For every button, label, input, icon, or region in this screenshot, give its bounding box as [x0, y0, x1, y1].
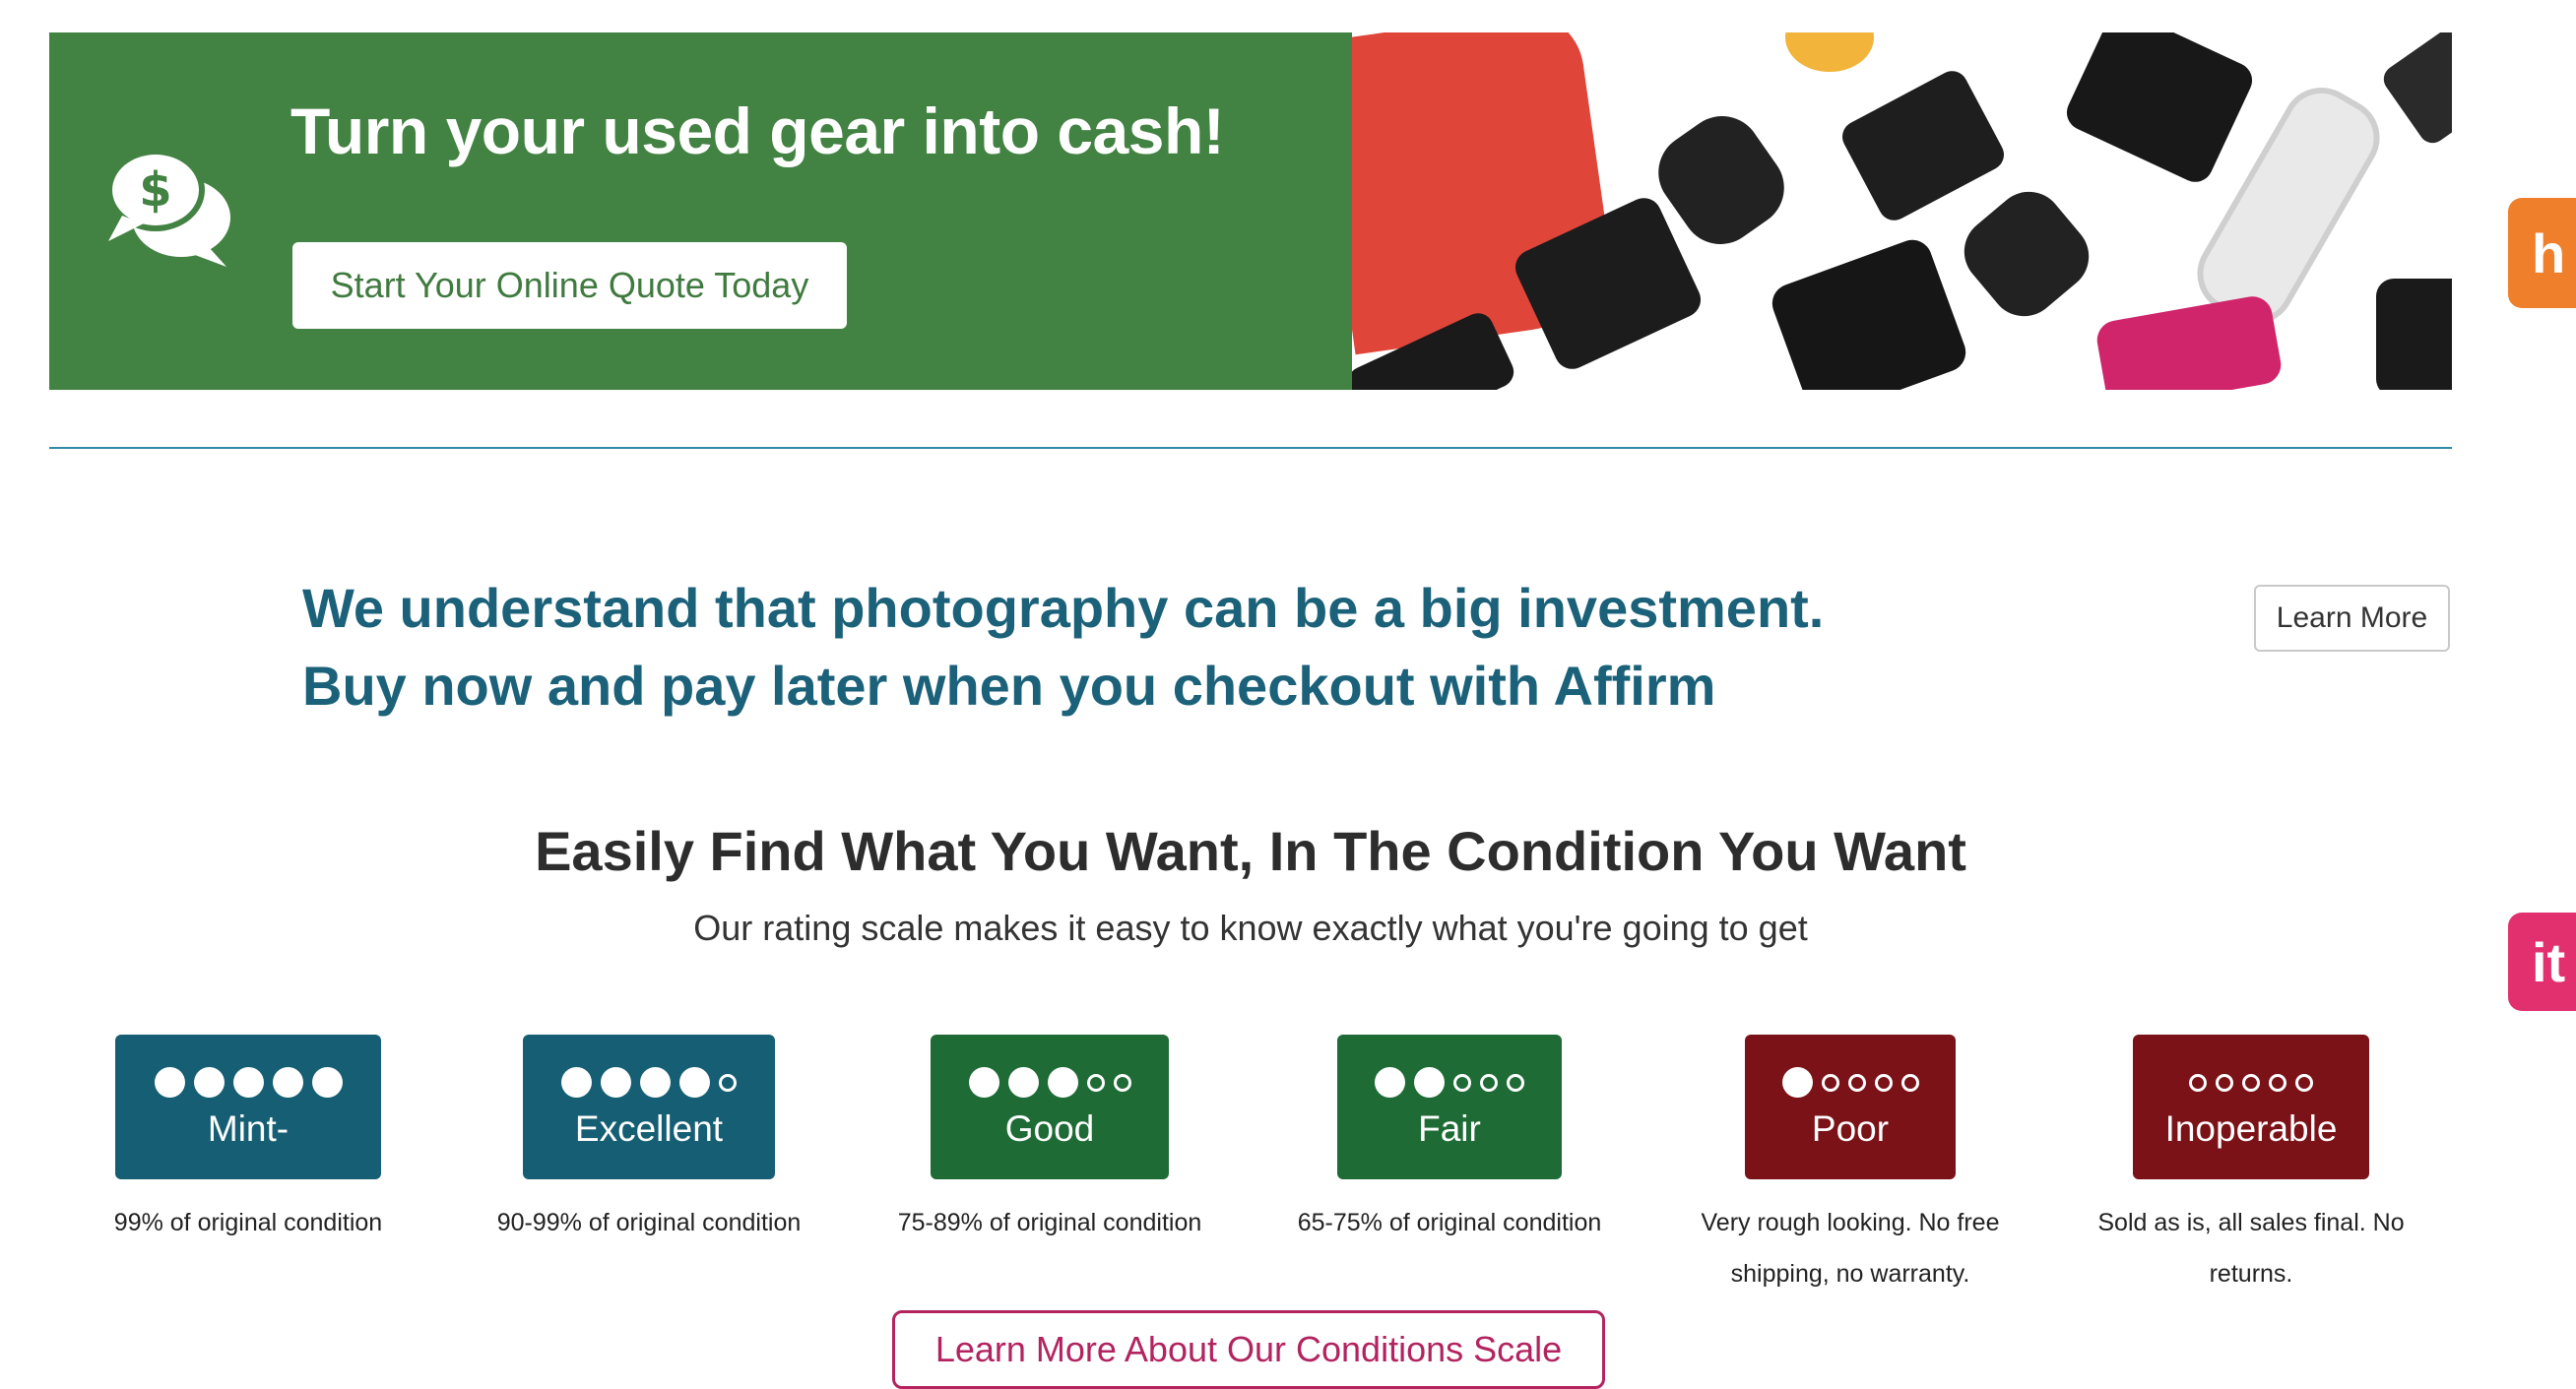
condition-caption: 65-75% of original condition	[1297, 1209, 1602, 1236]
rating-dots	[1781, 1065, 1919, 1101]
filled-dot-icon	[1007, 1067, 1039, 1098]
rating-dots	[968, 1065, 1131, 1101]
conditions-scale-button[interactable]: Learn More About Our Conditions Scale	[892, 1310, 1605, 1389]
empty-dot-icon	[1900, 1073, 1919, 1092]
side-tab-pink[interactable]: it	[2508, 913, 2576, 1011]
empty-dot-icon	[2269, 1073, 2286, 1092]
filled-dot-icon	[679, 1067, 710, 1098]
empty-dot-icon	[1480, 1073, 1498, 1092]
camera-image	[2376, 279, 2452, 390]
condition-badge-mint[interactable]: Mint-	[115, 1035, 381, 1179]
camera-image	[1767, 234, 1971, 390]
condition-label: Good	[1004, 1107, 1095, 1149]
condition-badge-good[interactable]: Good	[931, 1035, 1169, 1179]
empty-dot-icon	[719, 1073, 737, 1092]
empty-dot-icon	[1847, 1073, 1866, 1092]
rating-dots	[2189, 1065, 2313, 1101]
filled-dot-icon	[561, 1067, 592, 1098]
empty-dot-icon	[1086, 1073, 1105, 1092]
condition-caption: 90-99% of original condition	[496, 1209, 802, 1236]
empty-dot-icon	[1821, 1073, 1839, 1092]
filled-dot-icon	[232, 1067, 264, 1098]
affirm-headline-line-1: We understand that photography can be a …	[302, 577, 1825, 639]
start-quote-button[interactable]: Start Your Online Quote Today	[292, 242, 847, 329]
condition-caption: Very rough looking. No free shipping, no…	[1701, 1209, 2000, 1288]
filled-dot-icon	[1375, 1067, 1405, 1098]
filled-dot-icon	[640, 1067, 671, 1098]
filled-dot-icon	[601, 1067, 631, 1098]
condition-caption: Sold as is, all sales final. No returns.	[2097, 1209, 2405, 1288]
empty-dot-icon	[1507, 1073, 1524, 1092]
banner-promo-panel: $ Turn your used gear into cash! Start Y…	[49, 32, 1352, 390]
conditions-title: Easily Find What You Want, In The Condit…	[535, 820, 1966, 882]
condition-badge-fair[interactable]: Fair	[1337, 1035, 1562, 1179]
lens-image	[1950, 177, 2103, 331]
condition-label: Fair	[1418, 1107, 1481, 1149]
condition-caption: 75-89% of original condition	[897, 1209, 1202, 1236]
chat-dollar-icon: $	[106, 149, 230, 267]
empty-dot-icon	[1453, 1073, 1471, 1092]
condition-label: Mint-	[207, 1107, 290, 1149]
empty-dot-icon	[1874, 1073, 1893, 1092]
empty-dot-icon	[1113, 1073, 1131, 1092]
filled-dot-icon	[272, 1067, 303, 1098]
rating-dots	[1375, 1065, 1524, 1101]
empty-dot-icon	[2295, 1073, 2313, 1092]
affirm-learn-more-button[interactable]: Learn More	[2254, 585, 2450, 652]
camera-image	[2061, 32, 2258, 188]
svg-text:$: $	[139, 162, 171, 218]
conditions-subtitle: Our rating scale makes it easy to know e…	[693, 908, 1808, 948]
condition-label: Inoperable	[2164, 1107, 2338, 1149]
filled-dot-icon	[193, 1067, 225, 1098]
affirm-headline-line-2: Buy now and pay later when you checkout …	[302, 655, 1716, 717]
filled-dot-icon	[1414, 1067, 1445, 1098]
filled-dot-icon	[1781, 1067, 1813, 1098]
condition-label: Excellent	[574, 1107, 724, 1149]
camera-gear-photo	[1352, 32, 2452, 390]
condition-badge-poor[interactable]: Poor	[1745, 1035, 1956, 1179]
camera-image	[2378, 32, 2452, 149]
sell-gear-banner: $ Turn your used gear into cash! Start Y…	[49, 32, 2452, 390]
empty-dot-icon	[2242, 1073, 2260, 1092]
filled-dot-icon	[1047, 1067, 1078, 1098]
condition-caption: 99% of original condition	[113, 1209, 383, 1236]
side-tab-orange[interactable]: h	[2508, 198, 2576, 308]
banner-title: Turn your used gear into cash!	[290, 95, 1225, 167]
condition-badge-inoperable[interactable]: Inoperable	[2133, 1035, 2369, 1179]
filled-dot-icon	[311, 1067, 343, 1098]
tripod-image	[2093, 293, 2285, 390]
condition-badge-excellent[interactable]: Excellent	[523, 1035, 775, 1179]
rating-dots	[154, 1065, 343, 1101]
filter-image	[1785, 32, 1874, 72]
section-divider	[49, 447, 2452, 449]
filled-dot-icon	[968, 1067, 999, 1098]
filled-dot-icon	[154, 1067, 185, 1098]
condition-label: Poor	[1811, 1107, 1890, 1149]
empty-dot-icon	[2216, 1073, 2233, 1092]
empty-dot-icon	[2189, 1073, 2207, 1092]
rating-dots	[561, 1065, 737, 1101]
camera-image	[1836, 65, 2010, 226]
